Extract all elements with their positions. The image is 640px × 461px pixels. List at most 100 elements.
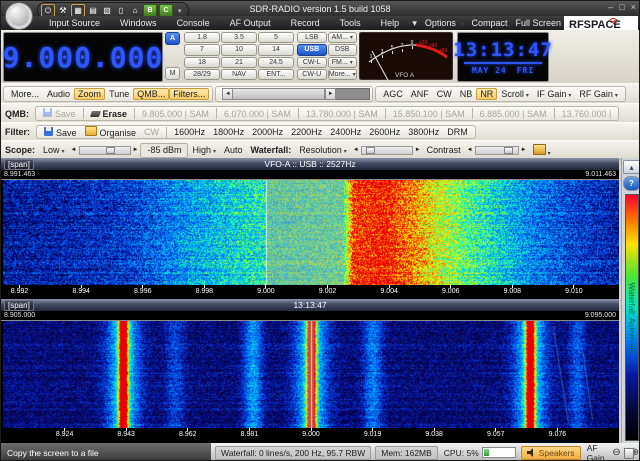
- band-button-5[interactable]: 5: [258, 32, 294, 43]
- qmb-memory-item[interactable]: 13.760.000 |: [558, 108, 616, 120]
- qmb-memory-item[interactable]: 6.070.000 | SAM: [220, 108, 295, 120]
- band-button-7[interactable]: 7: [184, 44, 220, 55]
- memory-button[interactable]: M: [165, 67, 180, 80]
- qmb-memory-item[interactable]: 15.850.100 | SAM: [389, 108, 469, 120]
- scroll-right-icon[interactable]: ►: [325, 88, 336, 100]
- contrast-slider[interactable]: ◄ ►: [465, 145, 529, 156]
- waterfall-bottom-display[interactable]: [3, 321, 619, 428]
- scroll-left-icon[interactable]: ◄: [222, 88, 233, 100]
- toolbar-button-qmb[interactable]: QMB...: [133, 88, 169, 100]
- qmb-erase-button[interactable]: Erase: [87, 108, 132, 120]
- dsp-button-nb[interactable]: NB: [456, 88, 477, 100]
- filter-width-1600hz[interactable]: 1600Hz: [170, 126, 209, 138]
- waterfall-top-display[interactable]: [3, 180, 619, 285]
- slider-right-icon[interactable]: ►: [131, 147, 141, 153]
- filter-organise-button[interactable]: Organise: [81, 125, 141, 139]
- scrollbar-thumb[interactable]: [233, 88, 325, 100]
- slider-thumb[interactable]: [366, 147, 375, 154]
- band-button-21[interactable]: 21: [221, 57, 257, 68]
- filter-width-2000hz[interactable]: 2000Hz: [248, 126, 287, 138]
- menu-help[interactable]: Help: [371, 18, 410, 28]
- dsp-button-cw[interactable]: CW: [433, 88, 456, 100]
- band-button-ENT...[interactable]: ENT...: [258, 69, 294, 80]
- toolbar-button-zoom[interactable]: Zoom: [74, 88, 105, 100]
- resolution-slider[interactable]: ◄ ►: [351, 145, 423, 156]
- menu-af-output[interactable]: AF Output: [220, 18, 281, 28]
- qmb-memory-item[interactable]: 13.780.000 | SAM: [302, 108, 382, 120]
- mode-button-FM[interactable]: FM...▾: [328, 57, 358, 68]
- mode-button-DSB[interactable]: DSB: [328, 44, 358, 55]
- toolbar-button-filters[interactable]: Filters...: [169, 88, 209, 100]
- mode-button-CW-U[interactable]: CW-U: [297, 69, 327, 80]
- close-button[interactable]: ×: [631, 2, 636, 12]
- menu-windows[interactable]: Windows: [110, 18, 167, 28]
- slider-left-icon[interactable]: ◄: [69, 147, 79, 153]
- dsp-button-agc[interactable]: AGC: [379, 88, 407, 100]
- slider-thumb[interactable]: [504, 147, 513, 154]
- fullscreen-button[interactable]: Full Screen: [515, 18, 561, 28]
- scope-high-dropdown[interactable]: High▾: [188, 144, 220, 156]
- slider-left-icon[interactable]: ◄: [465, 147, 475, 153]
- filter-save-button[interactable]: Save: [40, 126, 81, 139]
- band-button-10[interactable]: 10: [221, 44, 257, 55]
- band-button-14[interactable]: 14: [258, 44, 294, 55]
- qmb-save-button[interactable]: Save: [39, 107, 80, 120]
- dsp-button-nr[interactable]: NR: [476, 88, 497, 100]
- toolbar-button-tune[interactable]: Tune: [105, 88, 133, 100]
- dsp-button-anf[interactable]: ANF: [407, 88, 433, 100]
- mode-button-CW-L[interactable]: CW-L: [297, 57, 327, 68]
- speakers-button[interactable]: Speakers: [521, 446, 581, 460]
- options-menu[interactable]: Options ▾: [425, 18, 464, 28]
- menu-console[interactable]: Console: [167, 18, 220, 28]
- menu-overflow-chevron[interactable]: ▾: [412, 18, 417, 29]
- compact-button[interactable]: Compact: [471, 18, 507, 28]
- menu-tools[interactable]: Tools: [330, 18, 371, 28]
- screenshot-button[interactable]: ▾: [529, 143, 555, 158]
- frequency-display[interactable]: 9.000.000: [3, 32, 163, 82]
- band-button-NAV[interactable]: NAV: [221, 69, 257, 80]
- filter-width-drm[interactable]: DRM: [443, 126, 472, 138]
- if-gain-dropdown[interactable]: IF Gain▾: [533, 88, 576, 100]
- tune-scrollbar[interactable]: ◄ ►: [222, 88, 370, 100]
- toolbar-button-more[interactable]: More...: [7, 88, 43, 100]
- maximize-button[interactable]: □: [619, 2, 624, 12]
- mode-button-USB[interactable]: USB: [297, 44, 327, 55]
- filter-width-2600hz[interactable]: 2600Hz: [365, 126, 404, 138]
- volume-down-icon[interactable]: ⊖: [612, 447, 620, 458]
- filter-cw-button[interactable]: CW: [140, 126, 163, 138]
- menu-input-source[interactable]: Input Source: [39, 18, 110, 28]
- app-logo[interactable]: [5, 2, 33, 30]
- filter-width-3800hz[interactable]: 3800Hz: [404, 126, 443, 138]
- scrollbar-track[interactable]: [336, 88, 370, 100]
- filter-width-1800hz[interactable]: 1800Hz: [209, 126, 248, 138]
- band-button-1.8[interactable]: 1.8: [184, 32, 220, 43]
- toolbar-button-audio[interactable]: Audio: [43, 88, 74, 100]
- waterfall-resolution-dropdown[interactable]: Resolution▾: [295, 144, 351, 156]
- band-button-24.5[interactable]: 24.5: [258, 57, 294, 68]
- mode-button-More[interactable]: More...▾: [328, 69, 358, 80]
- band-button-18[interactable]: 18: [184, 57, 220, 68]
- filter-width-2400hz[interactable]: 2400Hz: [326, 126, 365, 138]
- slider-right-icon[interactable]: ►: [519, 147, 529, 153]
- scope-auto-button[interactable]: Auto: [220, 144, 247, 156]
- qmb-memory-item[interactable]: 9.805.000 | SAM: [138, 108, 213, 120]
- collapse-button[interactable]: ▴: [623, 160, 640, 174]
- scope-low-slider[interactable]: ◄ ►: [69, 145, 141, 156]
- af-gain-thumb[interactable]: [624, 448, 634, 459]
- scope-low-dropdown[interactable]: Low▾: [39, 144, 69, 156]
- rf-gain-dropdown[interactable]: RF Gain▾: [575, 88, 622, 100]
- menu-record[interactable]: Record: [281, 18, 330, 28]
- help-icon[interactable]: ?: [623, 176, 640, 191]
- filter-width-2200hz[interactable]: 2200Hz: [287, 126, 326, 138]
- slider-right-icon[interactable]: ►: [413, 147, 423, 153]
- qmb-memory-item[interactable]: 6.885.000 | SAM: [476, 108, 551, 120]
- minimize-button[interactable]: –: [608, 2, 613, 12]
- slider-thumb[interactable]: [106, 147, 115, 154]
- slider-left-icon[interactable]: ◄: [351, 147, 361, 153]
- scroll-dropdown[interactable]: Scroll▾: [497, 88, 533, 100]
- band-button-28/29[interactable]: 28/29: [184, 69, 220, 80]
- vfo-a-button[interactable]: A: [165, 32, 180, 45]
- band-button-3.5[interactable]: 3.5: [221, 32, 257, 43]
- mode-button-AM[interactable]: AM...▾: [328, 32, 358, 43]
- mode-button-LSB[interactable]: LSB: [297, 32, 327, 43]
